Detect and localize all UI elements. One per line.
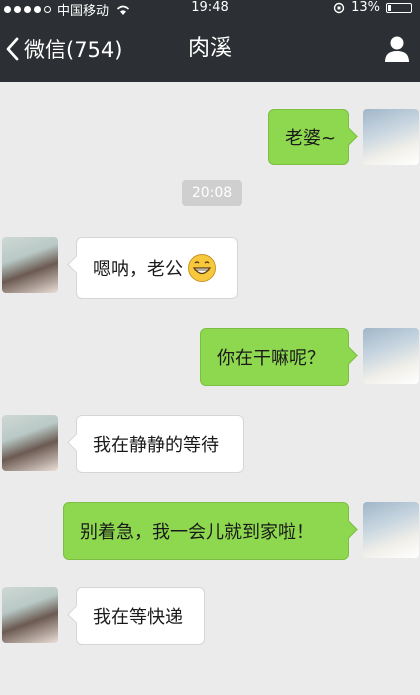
grinning-face-icon (188, 254, 216, 282)
chat-title: 肉溪 (187, 36, 232, 61)
message-list[interactable]: 老婆~ 20:08 嗯呐，老公 你在干嘛呢？ 我在静静的等待 别着急，我一会儿就… (0, 82, 420, 695)
status-bar: 中国移动 19:48 13% (0, 0, 420, 19)
battery-level-fill (388, 4, 391, 11)
message-text: 我在静静的等待 (93, 435, 219, 456)
avatar[interactable] (2, 237, 58, 293)
battery-icon (386, 2, 412, 13)
person-icon[interactable] (382, 34, 412, 64)
navigation-bar: 微信(754) 肉溪 (0, 16, 420, 82)
message-text: 别着急，我一会儿就到家啦！ (80, 522, 314, 543)
battery-percent: 13% (351, 0, 380, 15)
message-text: 你在干嘛呢？ (217, 348, 325, 369)
rotation-lock-icon (333, 2, 345, 13)
message-bubble-incoming[interactable]: 我在等快递 (67, 587, 205, 645)
message-bubble-outgoing[interactable]: 别着急，我一会儿就到家啦！ (63, 502, 358, 560)
battery-area: 13% (333, 0, 412, 15)
avatar[interactable] (363, 328, 419, 384)
message-text: 老婆~ (285, 128, 337, 149)
avatar[interactable] (2, 587, 58, 643)
avatar[interactable] (2, 415, 58, 471)
message-bubble-incoming[interactable]: 我在静静的等待 (67, 415, 244, 473)
avatar[interactable] (363, 502, 419, 558)
timestamp: 20:08 (182, 180, 242, 206)
avatar[interactable] (363, 109, 419, 165)
message-text: 嗯呐，老公 (93, 259, 183, 280)
message-bubble-outgoing[interactable]: 老婆~ (268, 109, 358, 165)
message-bubble-outgoing[interactable]: 你在干嘛呢？ (200, 328, 358, 386)
message-text: 我在等快递 (93, 607, 183, 628)
message-bubble-incoming[interactable]: 嗯呐，老公 (67, 237, 238, 299)
